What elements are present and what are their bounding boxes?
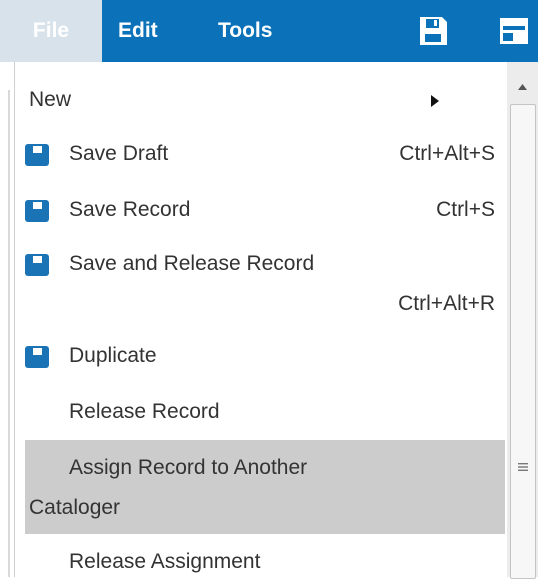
scrollbar-thumb[interactable] <box>510 104 536 579</box>
save-icon <box>25 346 49 368</box>
menu-item-duplicate[interactable]: Duplicate <box>25 338 505 374</box>
save-icon[interactable] <box>417 15 449 47</box>
save-icon <box>25 254 49 276</box>
menu-item-label: Save Draft <box>69 142 169 165</box>
panel-icon[interactable] <box>498 15 530 47</box>
submenu-arrow-icon <box>431 95 439 107</box>
scrollbar[interactable] <box>507 62 538 579</box>
shortcut-label: Ctrl+Alt+R <box>398 292 495 315</box>
shortcut-label: Ctrl+S <box>436 198 495 221</box>
menu-item-release-record[interactable]: Release Record <box>25 394 505 430</box>
menu-item-save-and-release-record[interactable]: Save and Release Record Ctrl+Alt+R <box>25 246 505 326</box>
menu-item-label: Release Record <box>69 400 220 423</box>
save-icon <box>25 144 49 166</box>
tab-edit[interactable]: Edit <box>118 0 158 62</box>
background-edge <box>8 90 10 577</box>
menu-item-save-draft[interactable]: Save Draft Ctrl+Alt+S <box>25 136 505 172</box>
menu-item-label: Release Assignment <box>69 550 261 573</box>
tab-tools[interactable]: Tools <box>218 0 272 62</box>
file-menu-dropdown: New Save Draft Ctrl+Alt+S Save Record Ct… <box>14 62 538 577</box>
menu-item-save-record[interactable]: Save Record Ctrl+S <box>25 192 505 228</box>
menu-item-label: Duplicate <box>69 344 157 367</box>
menu-item-release-assignment[interactable]: Release Assignment <box>25 544 505 578</box>
menu-item-label: Save Record <box>69 198 191 221</box>
menu-item-new[interactable]: New <box>25 82 505 118</box>
tab-file[interactable]: File <box>0 0 102 62</box>
menu-item-label: Assign Record to Another <box>69 456 308 479</box>
menu-item-label-continued: Cataloger <box>29 496 121 519</box>
menu-item-label: Save and Release Record <box>69 252 315 275</box>
menu-bar: File Edit Tools <box>0 0 538 62</box>
shortcut-label: Ctrl+Alt+S <box>399 142 495 165</box>
menu-item-assign-record[interactable]: Assign Record to Another Cataloger <box>25 440 505 534</box>
scroll-up-arrow-icon[interactable] <box>507 76 538 96</box>
menu-item-label: New <box>29 88 72 111</box>
save-icon <box>25 200 49 222</box>
grip-icon <box>518 463 528 471</box>
